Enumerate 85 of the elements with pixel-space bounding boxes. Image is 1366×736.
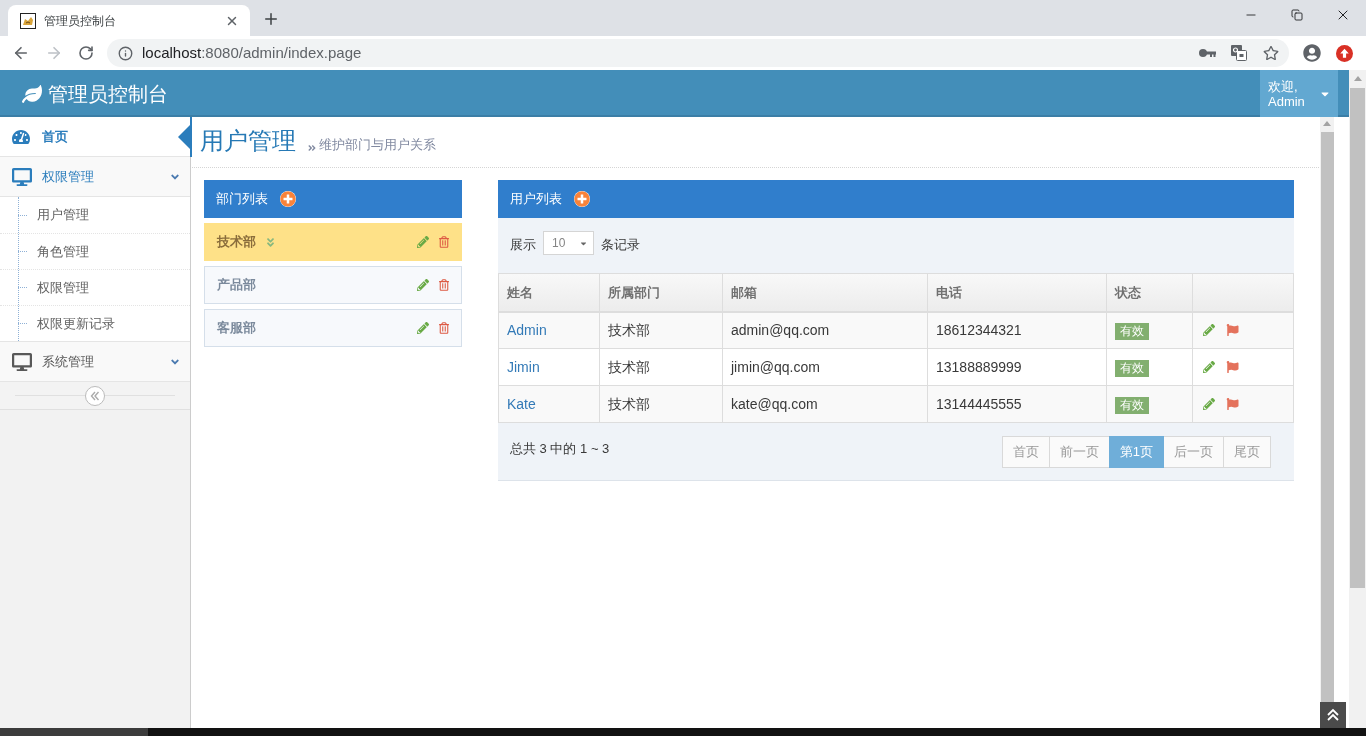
- sidebar-item[interactable]: 系统管理: [0, 342, 190, 382]
- column-header: 电话: [927, 273, 1107, 312]
- table-cell: 13144445555: [927, 385, 1107, 423]
- pencil-icon[interactable]: [1203, 398, 1215, 410]
- brand-title: 管理员控制台: [48, 81, 168, 107]
- translate-icon[interactable]: [1231, 45, 1247, 61]
- user-menu[interactable]: 欢迎, Admin: [1260, 70, 1338, 117]
- restore-icon[interactable]: [1291, 9, 1303, 21]
- scrollbar[interactable]: [1349, 70, 1366, 728]
- key-icon[interactable]: [1199, 49, 1216, 57]
- leaf-icon: [22, 84, 42, 103]
- page-subtitle: 维护部门与用户关系: [319, 136, 436, 154]
- flag-icon[interactable]: [1226, 324, 1239, 337]
- user-name-link[interactable]: Kate: [507, 395, 536, 412]
- add-icon[interactable]: [574, 191, 590, 207]
- status-badge: 有效: [1115, 396, 1149, 414]
- trash-icon[interactable]: [439, 236, 449, 248]
- pagination-button[interactable]: 第1页: [1108, 436, 1164, 468]
- double-chevron-down-icon: [266, 236, 275, 248]
- reload-icon[interactable]: [78, 45, 94, 61]
- scroll-up-arrow-icon[interactable]: [1323, 121, 1331, 126]
- double-chevron-right-icon: [308, 143, 316, 153]
- panel-title: 用户列表: [510, 190, 562, 209]
- length-label: 展示: [510, 236, 536, 254]
- browser-tab[interactable]: 管理员控制台: [8, 5, 250, 36]
- column-header: 所属部门: [599, 273, 723, 312]
- department-item[interactable]: 技术部: [204, 223, 462, 261]
- submenu-item[interactable]: 权限管理: [0, 269, 190, 305]
- length-label: 条记录: [601, 236, 640, 254]
- scroll-up-arrow-icon[interactable]: [1353, 76, 1362, 81]
- column-header: 邮箱: [722, 273, 928, 312]
- department-item[interactable]: 产品部: [204, 266, 462, 304]
- user-name-link[interactable]: Jimin: [507, 358, 540, 375]
- favicon-icon: [20, 12, 36, 29]
- account-icon[interactable]: [1303, 44, 1321, 62]
- flag-icon[interactable]: [1226, 398, 1239, 410]
- active-arrow-icon: [178, 117, 192, 157]
- status-badge: 有效: [1115, 359, 1149, 377]
- url-text: localhost:8080/admin/index.page: [142, 42, 362, 63]
- sidebar-item[interactable]: 权限管理: [0, 157, 190, 197]
- new-tab-icon[interactable]: [262, 10, 280, 28]
- submenu-item[interactable]: 权限更新记录: [0, 305, 190, 341]
- panel-title: 部门列表: [216, 190, 268, 209]
- pagination-button[interactable]: 首页: [1001, 436, 1050, 468]
- scrollbar[interactable]: [1320, 117, 1334, 702]
- submenu-item[interactable]: 角色管理: [0, 233, 190, 269]
- pagination-button[interactable]: 尾页: [1223, 436, 1271, 468]
- table-cell: kate@qq.com: [722, 385, 928, 423]
- flag-icon[interactable]: [1226, 361, 1239, 373]
- table-cell: 技术部: [599, 348, 723, 386]
- star-icon[interactable]: [1263, 45, 1279, 61]
- column-header: 姓名: [498, 273, 600, 312]
- table-cell: 技术部: [599, 311, 723, 349]
- page-title: 用户管理: [200, 126, 296, 156]
- pencil-icon[interactable]: [417, 236, 429, 248]
- table-summary: 总共 3 中的 1 ~ 3: [510, 440, 610, 458]
- department-item[interactable]: 客服部: [204, 309, 462, 347]
- tab-title: 管理员控制台: [44, 12, 117, 30]
- extension-icon[interactable]: [1336, 44, 1353, 62]
- monitor-icon: [12, 352, 32, 371]
- pencil-icon[interactable]: [417, 322, 429, 334]
- table-cell: jimin@qq.com: [722, 348, 928, 386]
- table-cell: 技术部: [599, 385, 723, 423]
- user-name-link[interactable]: Admin: [507, 321, 547, 338]
- table-cell: admin@qq.com: [722, 311, 928, 349]
- dashboard-gauge-icon: [12, 128, 30, 145]
- forward-arrow-icon[interactable]: [45, 44, 63, 62]
- monitor-icon: [12, 167, 32, 186]
- add-icon[interactable]: [280, 191, 296, 207]
- table-cell: 13188889999: [927, 348, 1107, 386]
- scroll-to-top-icon[interactable]: [1320, 702, 1346, 728]
- table-cell: 18612344321: [927, 311, 1107, 349]
- pencil-icon[interactable]: [417, 279, 429, 291]
- column-header: 状态: [1106, 273, 1193, 312]
- info-icon[interactable]: [118, 45, 133, 61]
- status-badge: 有效: [1115, 322, 1149, 340]
- sidebar-item[interactable]: 首页: [0, 117, 190, 157]
- page-size-select[interactable]: 10: [543, 231, 594, 255]
- trash-icon[interactable]: [439, 279, 449, 291]
- pencil-icon[interactable]: [1203, 324, 1215, 337]
- trash-icon[interactable]: [439, 322, 449, 334]
- submenu-item[interactable]: 用户管理: [0, 197, 190, 233]
- double-chevron-left-icon[interactable]: [85, 385, 105, 406]
- address-bar[interactable]: localhost:8080/admin/index.page: [107, 39, 1289, 67]
- pencil-icon[interactable]: [1203, 361, 1215, 373]
